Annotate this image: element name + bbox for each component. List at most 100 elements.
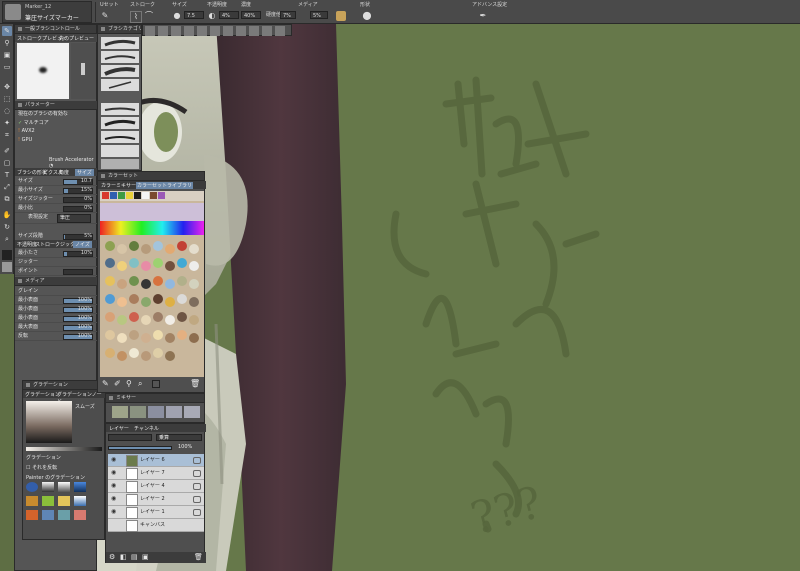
magic-wand-icon[interactable]: ✦ — [2, 118, 12, 128]
category-icon[interactable] — [236, 26, 246, 36]
layer-properties-icon[interactable]: ⚙ — [109, 553, 115, 561]
size-field[interactable]: 7.5 — [184, 11, 204, 19]
layer-row[interactable]: ◉ レイヤー 2 — [108, 493, 204, 506]
gradient-preview[interactable] — [26, 401, 72, 443]
gradient-preset[interactable] — [42, 482, 54, 492]
media-field[interactable]: 5% — [310, 11, 328, 19]
gradient-bar[interactable] — [26, 447, 102, 451]
advanced-settings-icon[interactable]: ✒ — [478, 11, 488, 21]
layer-row[interactable]: ◉ レイヤー 1 — [108, 506, 204, 519]
category-icon[interactable] — [249, 26, 259, 36]
layer-lock-icon[interactable] — [193, 483, 201, 490]
brush-variant-7[interactable] — [101, 131, 139, 143]
tab-layers[interactable]: レイヤー — [109, 425, 129, 432]
gradient-preset[interactable] — [42, 496, 54, 506]
eye-icon[interactable]: ◉ — [111, 495, 119, 503]
gradient-preset[interactable] — [26, 482, 38, 492]
color-swatch-icon[interactable] — [2, 250, 12, 260]
brush-variant-2[interactable] — [101, 51, 139, 63]
layer-lock-icon[interactable] — [193, 496, 201, 503]
layer-row[interactable]: ◉ レイヤー 6 — [108, 454, 204, 467]
grabber-icon[interactable]: ✋ — [2, 210, 12, 220]
gradient-preset[interactable] — [58, 496, 70, 506]
rotate-page-icon[interactable]: ↻ — [2, 222, 12, 232]
tab-angle[interactable]: 角度 — [59, 169, 69, 176]
gradient-reverse-row[interactable]: ☐ それを反転 — [26, 464, 57, 471]
mixer-brush-icon[interactable]: ✎ — [102, 379, 109, 388]
dropper-tool-icon[interactable]: ⚲ — [2, 38, 12, 48]
tab-channels[interactable]: チャンネル — [134, 425, 159, 432]
eye-icon[interactable]: ◉ — [111, 469, 119, 477]
gradient-preset[interactable] — [74, 510, 86, 520]
mixer-dropper-icon[interactable]: ⚲ — [126, 379, 132, 388]
brush-variant-9[interactable] — [101, 159, 139, 169]
mixer-zoom-icon[interactable]: ⌕ — [138, 379, 142, 389]
fill-tool-icon[interactable]: ▣ — [2, 50, 12, 60]
layer-lock-icon[interactable] — [193, 470, 201, 477]
crop-icon[interactable]: ⌗ — [2, 130, 12, 140]
gradient-preset[interactable] — [26, 510, 38, 520]
gradient-preset[interactable] — [42, 510, 54, 520]
layer-mask-icon[interactable]: ◧ — [120, 553, 127, 561]
brush-tool-icon[interactable]: ✎ — [2, 26, 12, 36]
eye-icon[interactable]: ◉ — [111, 482, 119, 490]
text-tool-icon[interactable]: T — [2, 170, 12, 180]
new-layer-icon[interactable]: ▣ — [142, 553, 149, 561]
transform-icon[interactable]: ⤢ — [2, 182, 12, 192]
mixer-swatch[interactable] — [130, 406, 146, 418]
expression-select[interactable]: 筆圧 — [57, 214, 91, 223]
mixer-trash-icon[interactable]: 🗑 — [190, 379, 200, 388]
layer-lock-icon[interactable] — [193, 457, 201, 464]
opacity-field[interactable]: 4% — [219, 11, 239, 19]
layer-row[interactable]: ◉ レイヤー 7 — [108, 467, 204, 480]
mixer-color-icon[interactable] — [152, 380, 160, 388]
lasso-icon[interactable]: ◌ — [2, 106, 12, 116]
gradient-preset[interactable] — [58, 482, 70, 492]
eye-icon[interactable] — [111, 521, 119, 529]
tab-color-library[interactable]: カラーセットライブラリ — [136, 182, 194, 189]
brush-variant-1[interactable] — [101, 37, 139, 49]
gradient-preset[interactable] — [58, 510, 70, 520]
mixer-swatch[interactable] — [184, 406, 200, 418]
layer-composite-select[interactable] — [108, 434, 152, 441]
brush-variant-3[interactable] — [101, 65, 139, 77]
mixer-swatch[interactable] — [148, 406, 164, 418]
paper-texture-icon[interactable] — [336, 11, 346, 21]
brush-variant-5[interactable] — [101, 103, 139, 115]
rect-select-icon[interactable]: ⬚ — [2, 94, 12, 104]
category-icon[interactable] — [158, 26, 168, 36]
category-icon[interactable] — [223, 26, 233, 36]
mixer-knife-icon[interactable]: ✐ — [114, 379, 121, 388]
layer-row[interactable]: キャンバス — [108, 519, 204, 532]
mirror-icon[interactable]: ⧉ — [2, 194, 12, 204]
stroke-freehand-icon[interactable]: ⌇ — [130, 11, 142, 23]
category-icon[interactable] — [145, 26, 155, 36]
gradient-preset[interactable] — [74, 496, 86, 506]
brush-variant-8[interactable] — [101, 145, 139, 157]
tab-color[interactable]: カラー — [101, 182, 116, 189]
paper-icon[interactable] — [2, 262, 12, 272]
category-icon[interactable] — [197, 26, 207, 36]
category-icon[interactable] — [275, 26, 285, 36]
layer-row[interactable]: ◉ レイヤー 4 — [108, 480, 204, 493]
shape-tool-icon[interactable]: ▢ — [2, 158, 12, 168]
layer-opacity-value[interactable]: 100% — [178, 444, 192, 450]
layer-adjuster-icon[interactable]: ✥ — [2, 82, 12, 92]
stroke-line-icon[interactable]: ⌒ — [144, 11, 154, 21]
delete-layer-icon[interactable]: 🗑 — [194, 553, 203, 561]
mixer-canvas[interactable] — [100, 191, 204, 377]
category-icon[interactable] — [210, 26, 220, 36]
brush-selector[interactable]: Marker_12 筆圧サイズマーカー — [2, 1, 92, 23]
zoom-icon[interactable]: ⌕ — [2, 234, 12, 244]
tab-mixer[interactable]: ミキサー — [116, 182, 136, 189]
new-group-icon[interactable]: ▤ — [131, 553, 138, 561]
layer-lock-icon[interactable] — [193, 509, 201, 516]
brush-variant-4[interactable] — [101, 79, 139, 91]
category-icon[interactable] — [262, 26, 272, 36]
point-slider[interactable] — [63, 269, 93, 275]
mixer-swatch[interactable] — [166, 406, 182, 418]
density-field[interactable]: 40% — [241, 11, 261, 19]
eye-icon[interactable]: ◉ — [111, 508, 119, 516]
layer-mode-select[interactable]: 乗算 — [156, 434, 202, 441]
blend-field[interactable]: 7% — [280, 11, 296, 19]
